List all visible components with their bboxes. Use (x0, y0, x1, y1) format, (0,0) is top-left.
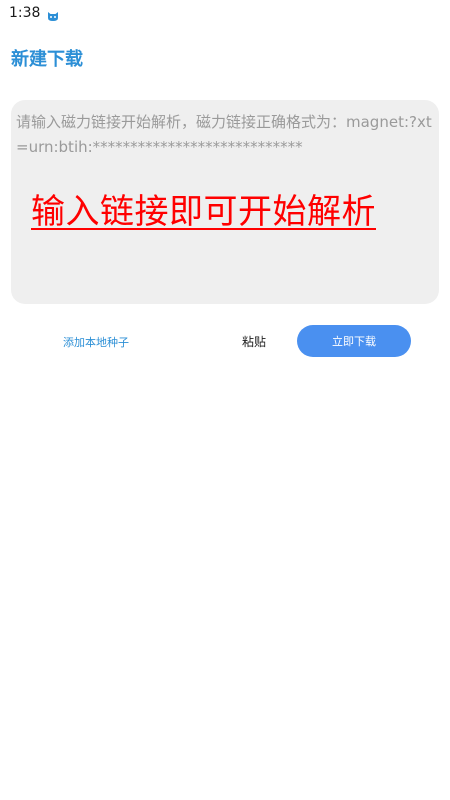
hint-overlay-text: 输入链接即可开始解析 (31, 192, 376, 232)
download-now-label: 立即下载 (332, 335, 376, 348)
magnet-input-placeholder: 请输入磁力链接开始解析，磁力链接正确格式为：magnet:?xt=urn:bti… (16, 113, 432, 156)
actions-row: 添加本地种子 粘贴 立即下载 (0, 325, 450, 357)
download-now-button[interactable]: 立即下载 (297, 325, 411, 357)
add-local-seed-link[interactable]: 添加本地种子 (63, 334, 129, 350)
status-time: 1:38 (9, 5, 41, 21)
cat-face-icon (47, 7, 59, 21)
paste-button[interactable]: 粘贴 (242, 333, 266, 350)
page-title: 新建下载 (11, 49, 83, 70)
status-bar: 1:38 (0, 0, 450, 26)
